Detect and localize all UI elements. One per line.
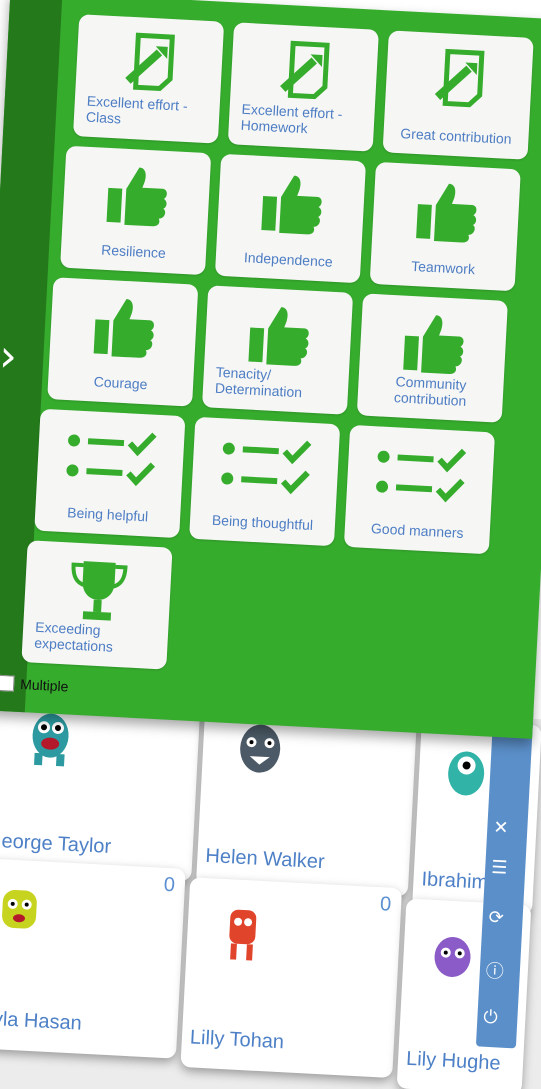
- award-label: Excellent effort - Homework: [240, 100, 343, 137]
- multiple-checkbox[interactable]: [0, 674, 15, 692]
- close-icon[interactable]: ✕: [493, 817, 516, 840]
- award-label: Excellent effort - Class: [85, 92, 189, 127]
- award-label: Independence: [243, 249, 334, 270]
- edit-document-icon: [279, 40, 330, 100]
- award-tile[interactable]: Excellent effort - Class: [72, 14, 225, 144]
- monster-avatar-icon: [448, 751, 485, 796]
- award-label: Resilience: [100, 241, 167, 262]
- checklist-icon: [65, 432, 157, 487]
- award-label: Courage: [93, 373, 148, 393]
- student-name: Ibrahim: [420, 868, 489, 894]
- student-name: Layla Hasan: [0, 1006, 83, 1035]
- award-label: Being thoughtful: [211, 511, 314, 534]
- multiple-label: Multiple: [19, 676, 69, 695]
- award-label: Exceeding expectations: [33, 618, 114, 655]
- award-label: Good manners: [370, 520, 464, 541]
- list-icon[interactable]: ☰: [491, 857, 514, 880]
- award-tile[interactable]: Exceeding expectations: [21, 540, 173, 670]
- student-name: Lily Hughe: [405, 1047, 502, 1075]
- chevron-right-icon[interactable]: ›: [0, 330, 18, 382]
- power-icon[interactable]: ⏻: [483, 1007, 506, 1030]
- award-tile[interactable]: Great contribution: [382, 30, 534, 160]
- checklist-icon: [375, 448, 466, 503]
- student-points: 0: [379, 893, 392, 916]
- student-points: 0: [163, 873, 176, 897]
- monster-avatar-icon: [229, 909, 257, 961]
- refresh-icon[interactable]: ⟳: [488, 907, 511, 930]
- student-name: Helen Walker: [204, 844, 326, 874]
- award-label: Community contribution: [393, 373, 467, 409]
- award-tile[interactable]: Independence: [214, 153, 367, 284]
- edit-document-icon: [124, 32, 175, 91]
- award-label: Tenacity/ Determination: [214, 363, 303, 401]
- trophy-icon: [71, 561, 128, 621]
- student-name: Lilly Tohan: [189, 1026, 285, 1054]
- award-tile[interactable]: Courage: [47, 277, 199, 407]
- student-card[interactable]: 0 Lilly Tohan: [180, 877, 403, 1078]
- award-tile[interactable]: Community contribution: [356, 293, 508, 423]
- award-tile[interactable]: Being thoughtful: [189, 416, 341, 547]
- award-tile[interactable]: Tenacity/ Determination: [201, 285, 354, 415]
- monster-avatar-icon: [434, 937, 471, 977]
- thumbs-up-icon: [106, 167, 167, 227]
- edit-document-icon: [434, 48, 484, 108]
- thumbs-up-icon: [93, 299, 154, 358]
- award-label: Teamwork: [410, 257, 476, 278]
- thumbs-up-icon: [402, 315, 464, 374]
- award-tile[interactable]: Being helpful: [34, 408, 186, 539]
- award-tile[interactable]: Resilience: [60, 145, 212, 276]
- award-label: Great contribution: [400, 125, 512, 147]
- rotated-view: 0 George Taylor 0 Helen Walker Ibrahim 0: [0, 0, 541, 1089]
- student-name: George Taylor: [0, 829, 112, 858]
- student-card[interactable]: 0 Layla Hasan: [0, 857, 186, 1059]
- info-icon[interactable]: ⓘ: [485, 957, 508, 982]
- award-tile[interactable]: Good manners: [343, 424, 496, 555]
- award-tile[interactable]: Teamwork: [369, 161, 521, 292]
- app-stage: 0 George Taylor 0 Helen Walker Ibrahim 0: [0, 0, 541, 1089]
- monster-avatar-icon: [2, 890, 37, 929]
- award-tile[interactable]: Excellent effort - Homework: [227, 22, 379, 152]
- thumbs-up-icon: [247, 307, 309, 366]
- monster-avatar-icon: [240, 724, 281, 773]
- award-panel: › Excellent effort - Class Excellent eff…: [0, 0, 541, 739]
- checklist-icon: [220, 440, 311, 495]
- thumbs-up-icon: [415, 183, 476, 243]
- thumbs-up-icon: [260, 175, 322, 235]
- award-label: Being helpful: [66, 504, 149, 525]
